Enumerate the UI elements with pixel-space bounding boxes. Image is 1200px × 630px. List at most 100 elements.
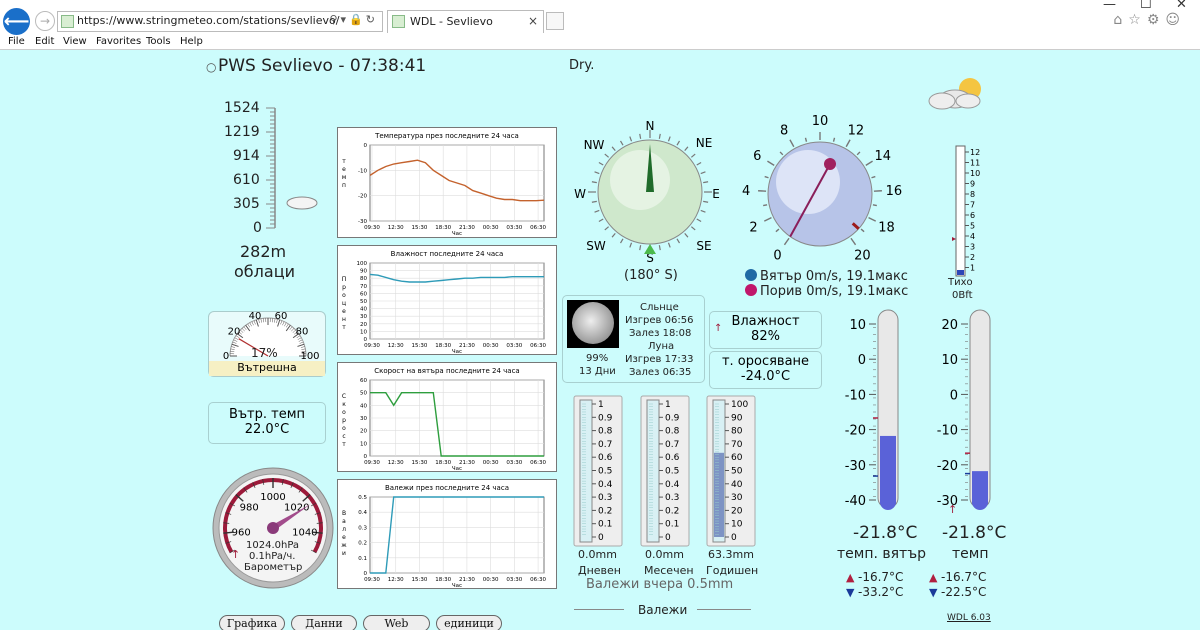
temperature-chart: Температура през последните 24 часа т е м п 0… xyxy=(337,127,557,238)
rain-gauge-tick-label: 0.6 xyxy=(665,453,680,463)
rain-daily-value: 0.0mm xyxy=(578,548,617,561)
compass-tick xyxy=(611,146,616,152)
rain-gauge-tick-label: 0.1 xyxy=(665,520,679,530)
rain-gauge-tick-label: 60 xyxy=(731,453,743,463)
forward-button[interactable]: → xyxy=(35,11,55,31)
graphics-button[interactable]: Графика xyxy=(219,615,285,630)
indoor-humidity-label: Вътрешна Влажност xyxy=(209,361,325,376)
menu-help[interactable]: Help xyxy=(180,36,203,47)
chart-ylabel-char: е xyxy=(342,534,346,541)
rain-gauge-tick-label: 0.8 xyxy=(598,427,613,437)
compass-highlight xyxy=(610,150,670,210)
gauge-tick-label: 20 xyxy=(228,326,241,337)
x-tick-label: 09:30 xyxy=(364,460,380,466)
home-star-gear-icons[interactable]: ⌂☆⚙☺ xyxy=(1113,12,1186,28)
moonrise: Изгрев 17:33 xyxy=(625,354,694,365)
version-link[interactable]: WDL 6.03 xyxy=(947,613,991,623)
compass-tick xyxy=(611,232,616,238)
x-tick-label: 00:30 xyxy=(483,225,499,231)
wind-gauge-tick xyxy=(764,175,769,179)
moon-illumination: 99% xyxy=(586,353,609,364)
humidity-box: ↑ Влажност 82% xyxy=(709,311,822,349)
rain-gauge-tick-label: 30 xyxy=(731,493,743,503)
altitude-tick: 305 xyxy=(233,196,260,212)
back-button[interactable]: ⟵ xyxy=(3,8,30,35)
new-tab-button[interactable] xyxy=(546,12,564,30)
chart-ylabel-char: е xyxy=(342,166,346,173)
x-tick-label: 06:30 xyxy=(530,343,546,349)
browser-chrome: ⟵ → https://www.stringmeteo.com/stations… xyxy=(0,0,1200,50)
wind-gauge-tick xyxy=(789,139,795,148)
y-tick-label: 90 xyxy=(360,269,367,275)
compass-tick xyxy=(594,171,600,175)
x-tick-label: 06:30 xyxy=(530,225,546,231)
compass-label-sw: SW xyxy=(586,239,606,253)
beaufort-tick-label: 7 xyxy=(970,201,975,210)
x-tick-label: 03:30 xyxy=(506,577,522,583)
menu-file[interactable]: File xyxy=(8,36,25,47)
compass-tick xyxy=(676,140,681,146)
menu-edit[interactable]: Edit xyxy=(35,36,54,47)
beaufort-scale: 12 1110 98 76 54 32 1 xyxy=(952,145,980,277)
chart-ylabel-char: и xyxy=(342,550,346,557)
chart-ylabel-char: о xyxy=(342,425,346,432)
chart-ylabel-char: к xyxy=(342,401,346,408)
compass-label-n: N xyxy=(646,119,655,133)
thermometer-tick-label: -30 xyxy=(845,459,866,474)
wind-gauge-tick xyxy=(804,137,808,142)
chart-ylabel-char: о xyxy=(342,292,346,299)
address-bar[interactable]: https://www.stringmeteo.com/stations/sev… xyxy=(57,11,383,32)
webcam-button[interactable]: Web камера xyxy=(363,615,430,630)
high-arrow-icon: ▲ xyxy=(846,571,855,584)
data-button[interactable]: Данни xyxy=(291,615,357,630)
wind-gauge-tick-label: 0 xyxy=(773,249,781,264)
browser-tab[interactable]: WDL - Sevlievo × xyxy=(387,10,544,33)
moonset: Залез 06:35 xyxy=(629,367,692,378)
x-tick-label: 12:30 xyxy=(388,343,404,349)
compass-tick xyxy=(690,226,696,231)
thermometer-bulb xyxy=(972,494,988,510)
rain-gauge-tick-label: 0.6 xyxy=(598,453,613,463)
indoor-temp-label: Вътр. темп xyxy=(228,407,306,422)
search-icon[interactable]: ⚲▾🔒↻ xyxy=(330,13,379,26)
close-window-icon[interactable]: ✕ xyxy=(1176,0,1187,12)
rain-yearly-value: 63.3mm xyxy=(708,548,754,561)
x-tick-label: 03:30 xyxy=(506,460,522,466)
rain-gauge-tick-label: 10 xyxy=(731,520,743,530)
menu-view[interactable]: View xyxy=(63,36,87,47)
minimize-icon[interactable]: — xyxy=(1103,0,1116,12)
wind-gauge-tick-label: 12 xyxy=(848,123,865,138)
x-tick-label: 15:30 xyxy=(412,577,428,583)
compass-tick xyxy=(639,133,642,139)
wind-speed-text: Вятър 0m/s, 19.1макс xyxy=(760,269,908,284)
thermometer-tick-label: 10 xyxy=(941,353,958,368)
altitude-tick: 1524 xyxy=(224,100,260,116)
rain-gauge-tick-label: 0.3 xyxy=(665,493,679,503)
compass-tick xyxy=(619,238,624,244)
wind-chill-thermometer: 10 0 -10 -20 -30 -40 xyxy=(845,309,899,510)
menu-favorites[interactable]: Favorites xyxy=(96,36,141,47)
wind-gauge-tick-label: 10 xyxy=(812,114,829,129)
compass-tick xyxy=(676,238,681,244)
wind-direction-marker xyxy=(644,244,656,254)
beaufort-fill xyxy=(957,270,964,275)
menu-tools[interactable]: Tools xyxy=(146,36,171,47)
units-button[interactable]: единици xyxy=(436,615,502,630)
chart-ylabel-char: т xyxy=(342,441,346,448)
moon-image xyxy=(567,300,619,348)
y-tick-label: 60 xyxy=(360,291,367,297)
y-tick-label: 30 xyxy=(360,416,367,422)
x-tick-label: 06:30 xyxy=(530,577,546,583)
chart-ylabel-char: р xyxy=(342,284,346,291)
thermometer-tick-label: -20 xyxy=(937,459,958,474)
x-tick-label: 18:30 xyxy=(435,343,451,349)
beaufort-tick-label: 4 xyxy=(970,232,975,241)
tab-close-icon[interactable]: × xyxy=(528,14,538,28)
temp-label: темп xyxy=(952,546,989,562)
rain-monthly-label: Месечен xyxy=(644,564,694,577)
y-tick-label: 70 xyxy=(360,284,367,290)
compass-label-nw: NW xyxy=(584,138,605,152)
x-tick-label: 00:30 xyxy=(483,343,499,349)
compass-label-w: W xyxy=(574,187,586,201)
maximize-icon[interactable]: ☐ xyxy=(1140,0,1152,12)
